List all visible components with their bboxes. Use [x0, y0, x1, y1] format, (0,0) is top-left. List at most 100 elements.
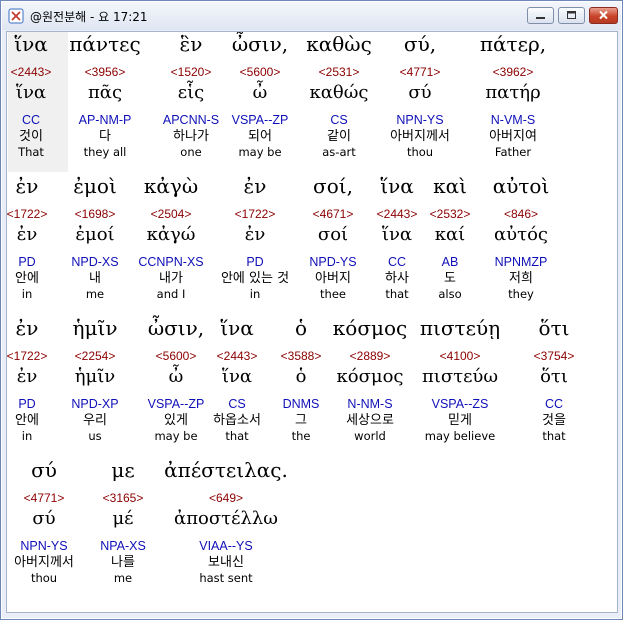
- english-gloss: that: [225, 429, 249, 443]
- korean-gloss: 하나가: [173, 129, 209, 144]
- english-gloss: me: [113, 571, 133, 585]
- strong-number: <1722>: [6, 349, 48, 363]
- app-icon: [8, 8, 24, 24]
- english-gloss: also: [438, 287, 462, 301]
- minimize-button[interactable]: [527, 7, 554, 24]
- english-gloss: hast sent: [199, 571, 253, 585]
- greek-word: πάντες: [69, 32, 141, 56]
- lemma: πᾶς: [87, 82, 123, 103]
- greek-word: καὶ: [433, 174, 467, 198]
- close-icon: [599, 10, 608, 20]
- strong-number: <2504>: [150, 207, 192, 221]
- strong-number: <4771>: [399, 65, 441, 79]
- strong-number: <2254>: [74, 349, 116, 363]
- parsing-code: NPNMZP: [494, 255, 548, 269]
- strong-number: <1520>: [170, 65, 212, 79]
- strong-number: <2532>: [429, 207, 471, 221]
- maximize-icon: [567, 11, 576, 19]
- english-gloss: world: [354, 429, 386, 443]
- parsing-code: NPN-YS: [396, 113, 444, 127]
- korean-gloss: 아버지: [315, 271, 351, 286]
- strong-number: <2531>: [318, 65, 360, 79]
- greek-word: ἐν: [243, 174, 267, 198]
- strong-number: <5600>: [155, 349, 197, 363]
- interlinear-panel[interactable]: ἵνα <2443> ἵνα CC 것이 That πάντες <3956> πᾶς AP-NM…: [6, 31, 618, 613]
- strong-number: <1722>: [6, 207, 48, 221]
- title-bar[interactable]: @원전분해 - 요 17:21: [2, 2, 621, 30]
- strong-number: <4671>: [312, 207, 354, 221]
- korean-gloss: 보내신: [208, 555, 244, 570]
- parsing-code: PD: [18, 397, 36, 411]
- korean-gloss: 하사: [385, 271, 409, 286]
- greek-word: ὅτι: [538, 316, 570, 340]
- greek-word: πάτερ,: [479, 32, 547, 56]
- strong-number: <2443>: [10, 65, 52, 79]
- strong-number: <846>: [503, 207, 539, 221]
- lemma: ἡμῖν: [74, 366, 116, 387]
- english-gloss: the: [291, 429, 311, 443]
- greek-word: πιστεύῃ: [419, 316, 501, 340]
- english-gloss: in: [21, 429, 33, 443]
- parsing-code: AP-NM-P: [78, 113, 132, 127]
- korean-gloss: 안에: [15, 413, 39, 428]
- strong-number: <4100>: [439, 349, 481, 363]
- korean-gloss: 그: [295, 413, 307, 428]
- lemma: καί: [434, 224, 466, 245]
- strong-number: <2443>: [216, 349, 258, 363]
- korean-gloss: 도: [444, 271, 456, 286]
- lemma: εἷς: [177, 82, 205, 103]
- close-button[interactable]: [589, 7, 618, 24]
- english-gloss: thou: [406, 145, 434, 159]
- parsing-code: DNMS: [282, 397, 320, 411]
- korean-gloss: 안에: [15, 271, 39, 286]
- lemma: κἀγώ: [146, 224, 196, 245]
- parsing-code: VSPA--ZP: [147, 397, 205, 411]
- lemma: ἀποστέλλω: [174, 508, 278, 529]
- korean-gloss: 세상으로: [346, 413, 394, 428]
- lemma: πατήρ: [485, 82, 541, 103]
- lemma: σύ: [32, 508, 56, 529]
- greek-word: ἡμῖν: [72, 316, 118, 340]
- lemma: ἐν: [16, 366, 38, 387]
- strong-number: <4771>: [23, 491, 65, 505]
- parsing-code: N-NM-S: [347, 397, 393, 411]
- parsing-code: PD: [18, 255, 36, 269]
- greek-word: ἀπέστειλας.: [164, 458, 288, 482]
- korean-gloss: 하옵소서: [213, 413, 261, 428]
- window-title: @원전분해 - 요 17:21: [30, 10, 148, 24]
- strong-number: <2889>: [349, 349, 391, 363]
- korean-gloss: 되어: [248, 129, 272, 144]
- english-gloss: may be: [154, 429, 198, 443]
- lemma: σύ: [408, 82, 432, 103]
- lemma: ἵνα: [15, 82, 47, 103]
- parsing-code: NPD-YS: [309, 255, 357, 269]
- parsing-code: CC: [21, 113, 41, 127]
- english-gloss: may believe: [424, 429, 496, 443]
- lemma: κόσμος: [336, 366, 404, 387]
- greek-word: αὐτοὶ: [492, 174, 550, 198]
- korean-gloss: 나를: [111, 555, 135, 570]
- korean-gloss: 다: [99, 129, 111, 144]
- lemma: καθώς: [309, 82, 369, 103]
- strong-number: <3754>: [533, 349, 575, 363]
- strong-number: <3165>: [102, 491, 144, 505]
- korean-gloss: 것이: [19, 129, 43, 144]
- greek-word: ἐν: [15, 174, 39, 198]
- parsing-code: N-VM-S: [490, 113, 536, 127]
- greek-word: ἐμοὶ: [73, 174, 117, 198]
- parsing-code: VSPA--ZP: [231, 113, 289, 127]
- strong-number: <1722>: [234, 207, 276, 221]
- parsing-code: CS: [330, 113, 348, 127]
- korean-gloss: 안에 있는 것: [220, 271, 290, 286]
- english-gloss: us: [88, 429, 102, 443]
- greek-word: με: [111, 458, 135, 482]
- lemma: ἵνα: [221, 366, 253, 387]
- strong-number: <5600>: [239, 65, 281, 79]
- korean-gloss: 내: [89, 271, 101, 286]
- english-gloss: they all: [83, 145, 127, 159]
- english-gloss: they: [508, 287, 534, 301]
- greek-word: ὦσιν,: [231, 32, 289, 56]
- lemma: ὁ: [295, 366, 307, 387]
- maximize-button[interactable]: [558, 7, 585, 24]
- parsing-code: CC: [544, 397, 564, 411]
